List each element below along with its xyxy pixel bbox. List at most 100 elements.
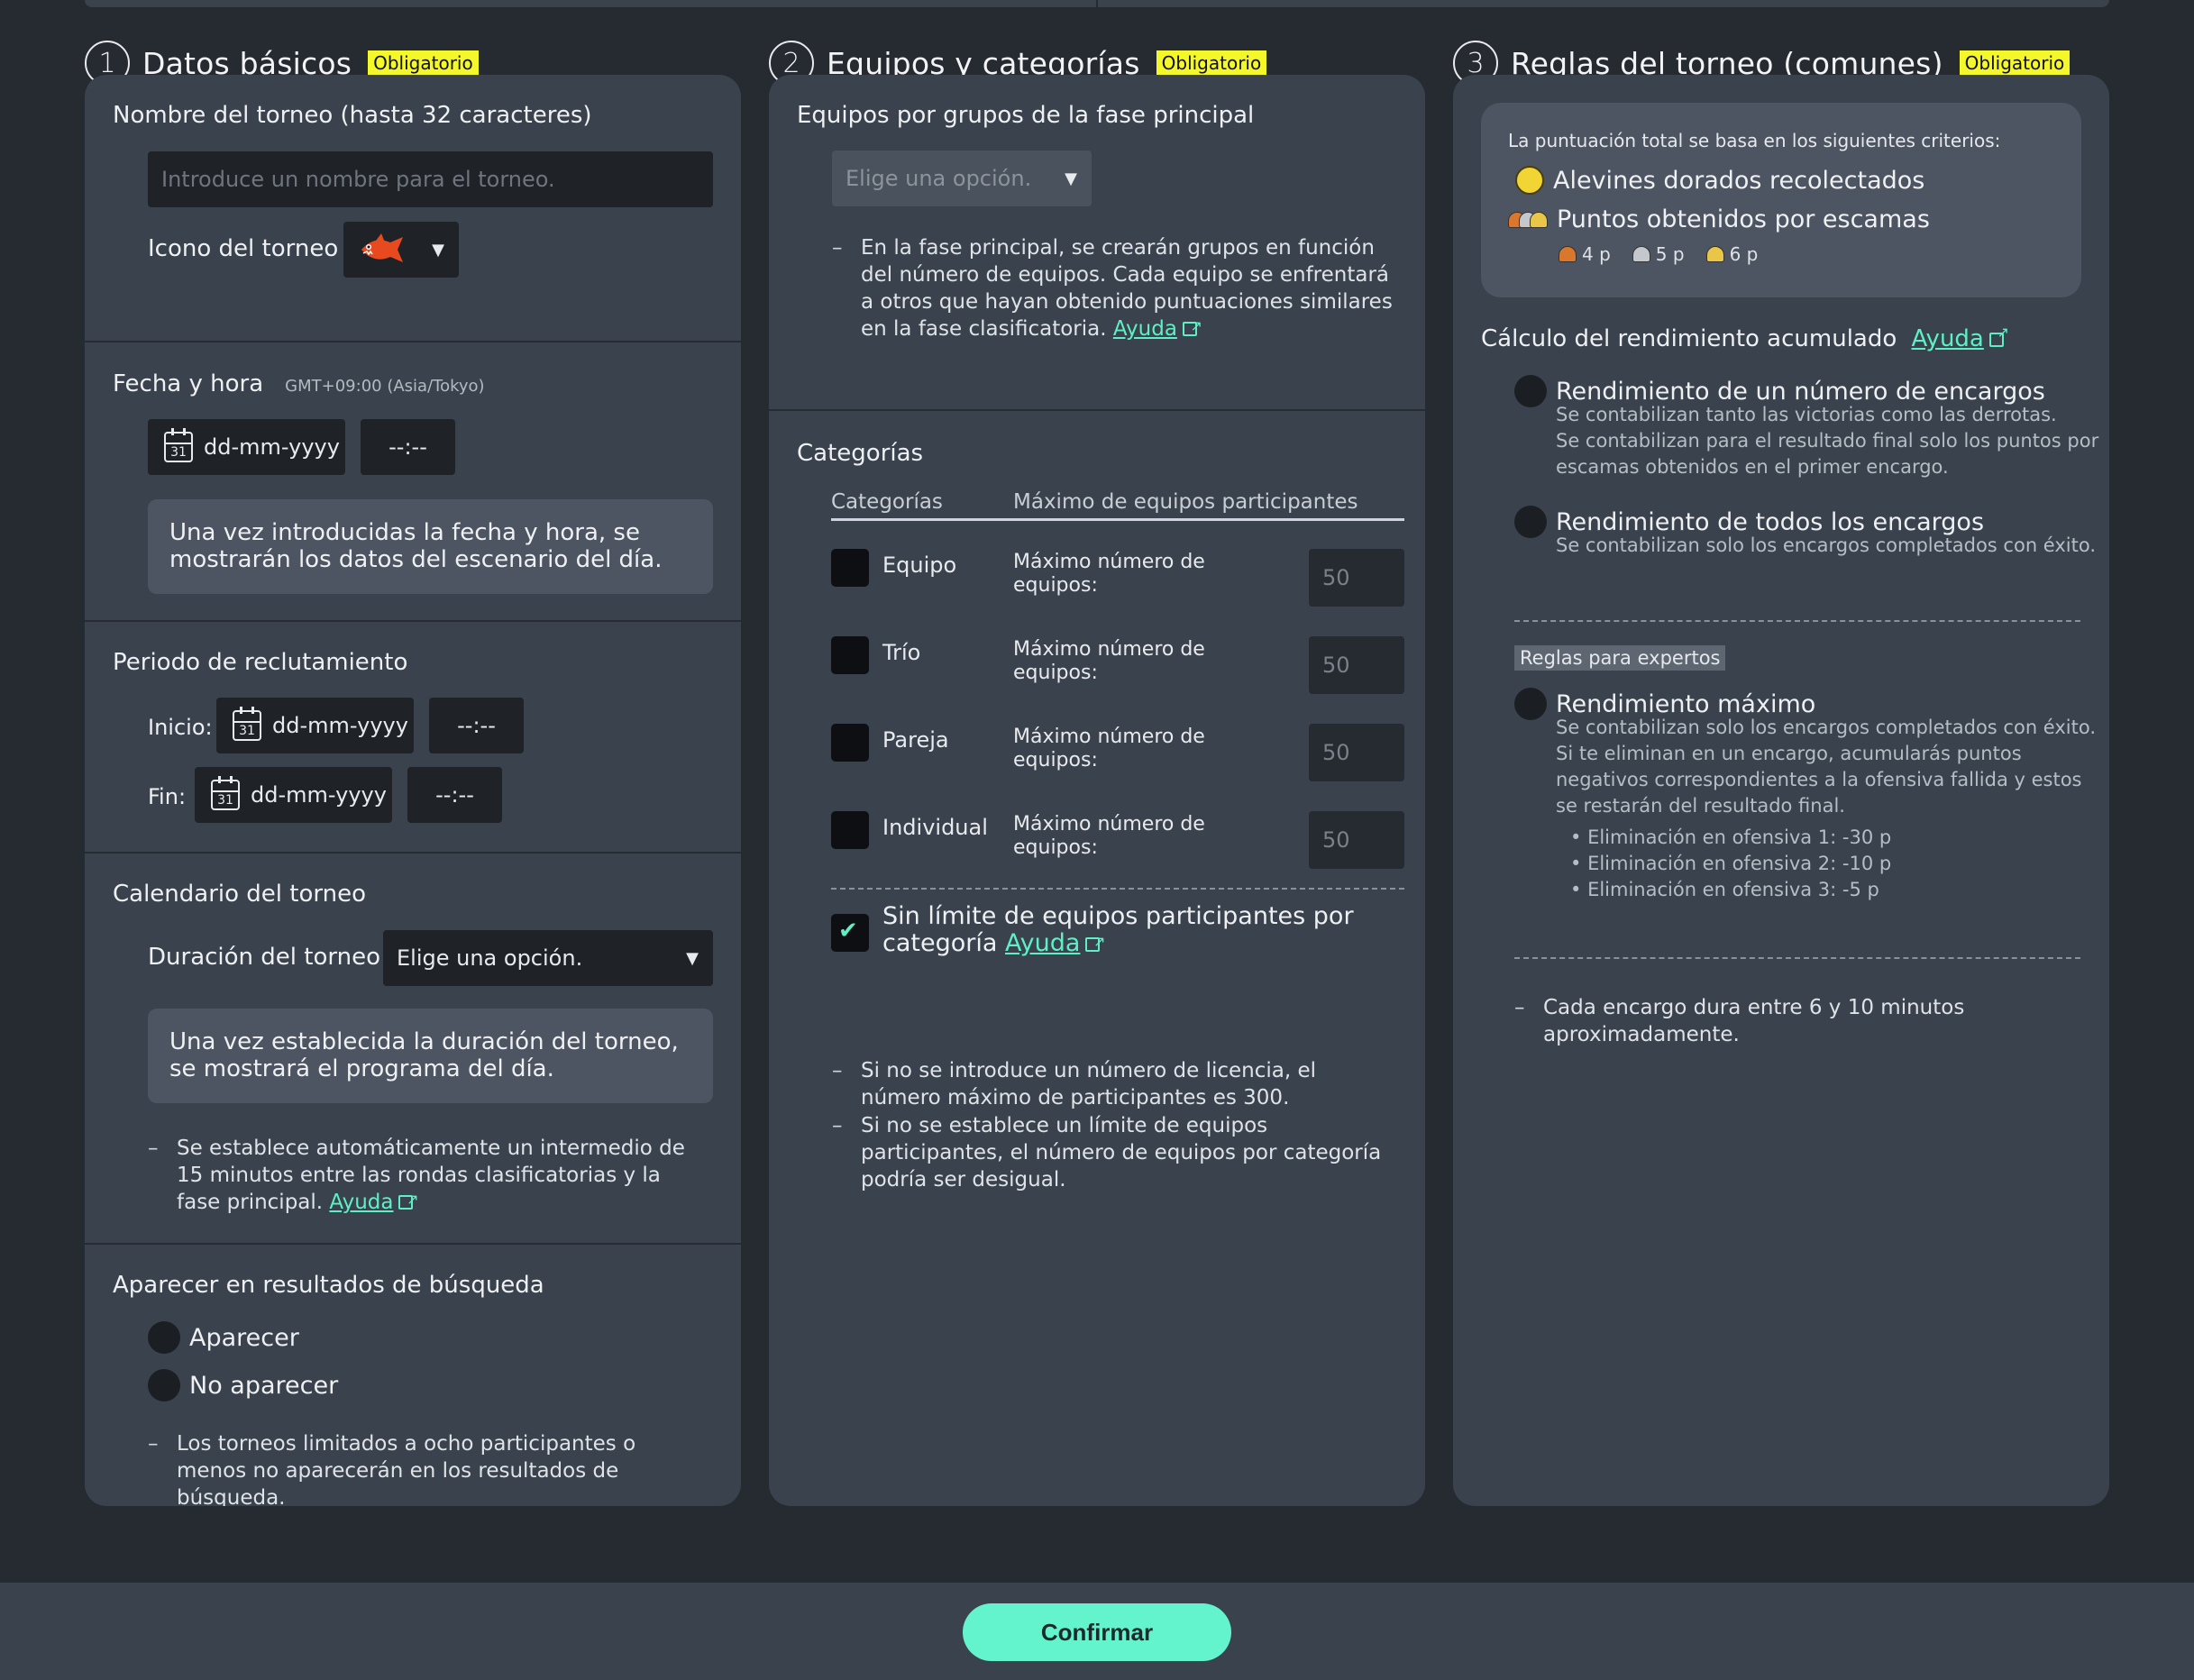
date-placeholder: dd-mm-yyyy	[204, 434, 340, 460]
rule-desc-line: Se contabilizan solo los encargos comple…	[1556, 717, 2097, 738]
categories-label: Categorías	[797, 440, 924, 467]
teams-panel: Equipos por grupos de la fase principal …	[769, 75, 1425, 1506]
schedule-label: Calendario del torneo	[113, 881, 367, 908]
help-link[interactable]: Ayuda	[1005, 929, 1080, 957]
search-note-text: Los torneos limitados a ocho participant…	[177, 1432, 636, 1506]
calendar-day: 31	[166, 443, 191, 460]
radio-button[interactable]	[1514, 688, 1547, 720]
category-name: Individual	[882, 815, 988, 840]
help-link[interactable]: Ayuda	[1912, 325, 1984, 352]
rule-title: Rendimiento máximo	[1556, 689, 1816, 718]
calendar-day: 31	[213, 790, 238, 808]
bronze-scale-icon	[1559, 246, 1577, 262]
search-label: Aparecer en resultados de búsqueda	[113, 1272, 544, 1299]
no-limit-checkbox[interactable]	[831, 914, 869, 952]
start-time-input[interactable]: --:--	[429, 698, 524, 753]
radio-label: Aparecer	[189, 1323, 299, 1352]
timezone-text: GMT+09:00 (Asia/Tokyo)	[285, 377, 485, 396]
rule-desc-line: negativos correspondientes a la ofensiva…	[1556, 769, 2082, 790]
category-name: Pareja	[882, 727, 949, 753]
silver-scale-icon	[1632, 246, 1650, 262]
icon-label: Icono del torneo	[148, 235, 339, 262]
category-row-pair: Pareja Máximo número de equipos: 50	[831, 724, 1404, 781]
rule-option-max[interactable]: Rendimiento máximo Se contabilizan solo …	[1514, 659, 2096, 903]
fish-icon	[361, 233, 403, 262]
criterion-text: Puntos obtenidos por escamas	[1557, 205, 1930, 233]
radio-appear[interactable]: Aparecer	[148, 1321, 299, 1354]
category-checkbox[interactable]	[831, 811, 869, 849]
external-link-icon	[398, 1186, 418, 1213]
max-teams-label: Máximo número de equipos:	[1013, 638, 1205, 684]
confirm-button[interactable]: Confirmar	[963, 1603, 1231, 1661]
datetime-note: Una vez introducidas la fecha y hora, se…	[148, 499, 713, 594]
rule-option-all[interactable]: Rendimiento de todos los encargos Se con…	[1514, 506, 2096, 559]
max-teams-label: Máximo número de equipos:	[1013, 551, 1205, 597]
duration-select[interactable]: Elige una opción. ▼	[383, 930, 713, 986]
category-checkbox[interactable]	[831, 636, 869, 674]
criterion-text: Alevines dorados recolectados	[1553, 166, 1925, 195]
end-date-input[interactable]: 31 dd-mm-yyyy	[195, 767, 392, 823]
max-teams-input[interactable]: 50	[1309, 549, 1404, 607]
groups-select[interactable]: Elige una opción. ▼	[832, 151, 1092, 206]
external-link-icon	[1182, 313, 1202, 340]
gold-scale-icon	[1705, 246, 1724, 262]
intermission-text: Se establece automáticamente un intermed…	[177, 1137, 685, 1214]
start-label: Inicio:	[148, 715, 213, 740]
chevron-down-icon: ▼	[1065, 169, 1077, 188]
max-teams-input[interactable]: 50	[1309, 724, 1404, 781]
groups-section: Equipos por grupos de la fase principal …	[769, 75, 1425, 411]
divider	[1514, 957, 2080, 959]
perf-label: Cálculo del rendimiento acumulado Ayuda	[1481, 324, 2009, 352]
max-teams-input[interactable]: 50	[1309, 811, 1404, 869]
top-strip	[85, 0, 2109, 7]
groups-note: En la fase principal, se crearán grupos …	[832, 234, 1400, 342]
elimination-item: • Eliminación en ofensiva 1: -30 p	[1570, 826, 1892, 848]
icon-select[interactable]: ▼	[343, 222, 459, 278]
tournament-name-input[interactable]: Introduce un nombre para el torneo.	[148, 151, 713, 207]
radio-label: No aparecer	[189, 1371, 339, 1400]
radio-button[interactable]	[148, 1321, 180, 1354]
elimination-item: • Eliminación en ofensiva 2: -10 p	[1570, 853, 1892, 874]
elimination-item: • Eliminación en ofensiva 3: -5 p	[1570, 879, 1879, 900]
max-teams-input[interactable]: 50	[1309, 636, 1404, 694]
schedule-section: Calendario del torneo Duración del torne…	[85, 854, 741, 1245]
datetime-section: Fecha y hora GMT+09:00 (Asia/Tokyo) 31 dd…	[85, 342, 741, 622]
external-link-icon	[1085, 928, 1105, 955]
duration-note: Cada encargo dura entre 6 y 10 minutos a…	[1514, 994, 2055, 1048]
max-teams-label: Máximo número de equipos:	[1013, 726, 1205, 772]
search-section: Aparecer en resultados de búsqueda Apare…	[85, 1245, 741, 1506]
category-checkbox[interactable]	[831, 724, 869, 762]
elimination-text: Eliminación en ofensiva 3: -5 p	[1587, 879, 1879, 900]
name-label: Nombre del torneo (hasta 32 caracteres)	[113, 102, 592, 129]
chevron-down-icon: ▼	[686, 948, 699, 968]
radio-button[interactable]	[1514, 375, 1547, 407]
criterion-scales: Puntos obtenidos por escamas	[1508, 205, 1930, 233]
radio-button[interactable]	[148, 1369, 180, 1402]
categories-section: Categorías Categorías Máximo de equipos …	[769, 411, 1425, 1506]
perf-label-text: Cálculo del rendimiento acumulado	[1481, 325, 1897, 352]
duration-value: Elige una opción.	[397, 945, 583, 971]
rule-option-partial[interactable]: Rendimiento de un número de encargos Se …	[1514, 375, 2098, 480]
required-badge: Obligatorio	[1156, 50, 1267, 76]
groups-placeholder: Elige una opción.	[846, 166, 1032, 191]
divider	[831, 888, 1404, 890]
chevron-down-icon: ▼	[432, 240, 444, 260]
radio-not-appear[interactable]: No aparecer	[148, 1369, 338, 1402]
start-date-input[interactable]: 31 dd-mm-yyyy	[216, 698, 414, 753]
calendar-icon: 31	[233, 707, 261, 741]
intermission-note: Se establece automáticamente un intermed…	[148, 1135, 707, 1216]
date-input[interactable]: 31 dd-mm-yyyy	[148, 419, 345, 475]
help-link[interactable]: Ayuda	[1113, 317, 1177, 341]
no-limit-label: Sin límite de equipos participantes por …	[882, 903, 1387, 957]
help-link[interactable]: Ayuda	[329, 1191, 393, 1214]
end-time-input[interactable]: --:--	[407, 767, 502, 823]
elimination-text: Eliminación en ofensiva 2: -10 p	[1587, 853, 1892, 874]
radio-button[interactable]	[1514, 506, 1547, 538]
rule-desc-line: escamas obtenidos en el primer encargo.	[1556, 456, 1949, 478]
category-checkbox[interactable]	[831, 549, 869, 587]
limit-note: Si no se establece un límite de equipos …	[832, 1112, 1400, 1193]
time-input[interactable]: --:--	[361, 419, 455, 475]
rule-desc-line: Se contabilizan tanto las victorias como…	[1556, 404, 2057, 425]
required-badge: Obligatorio	[368, 50, 479, 76]
golden-egg-icon	[1515, 166, 1544, 195]
